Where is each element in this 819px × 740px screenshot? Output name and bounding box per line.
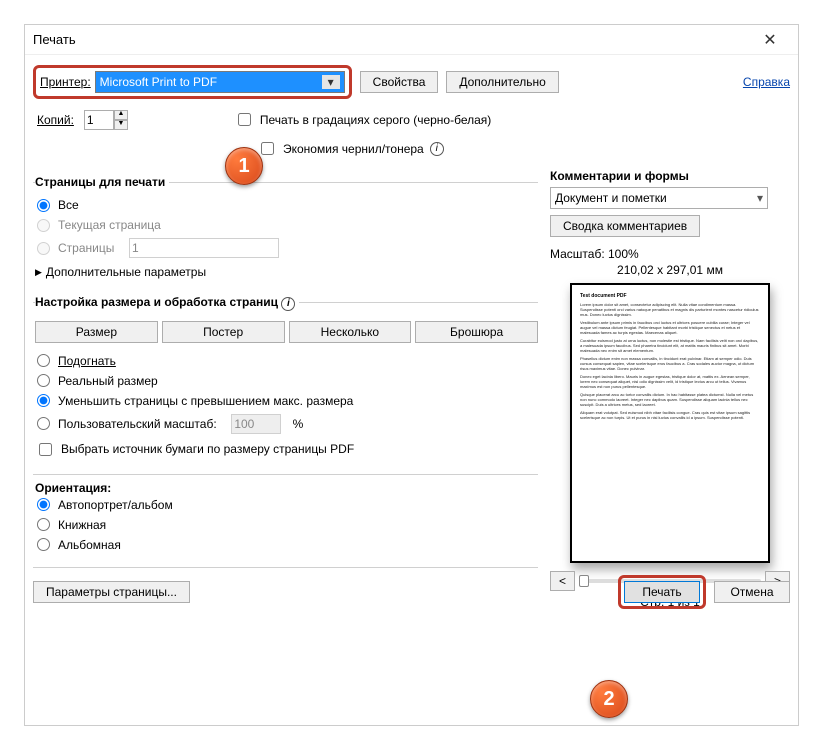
- pages-legend: Страницы для печати: [35, 175, 169, 189]
- comments-legend: Комментарии и формы: [550, 169, 790, 183]
- orient-legend: Ориентация:: [35, 481, 538, 495]
- shrink-radio[interactable]: [37, 394, 50, 407]
- pages-current-radio: [37, 219, 50, 232]
- print-button[interactable]: Печать: [624, 581, 700, 603]
- sizing-fieldset: Настройка размера и обработка страниц i …: [33, 295, 538, 468]
- orientation-fieldset: Ориентация: Автопортрет/альбом Книжная А…: [33, 481, 538, 561]
- copies-input[interactable]: [84, 110, 114, 130]
- chevron-down-icon: ▾: [322, 75, 340, 89]
- pages-fieldset: Страницы для печати Все Текущая страница…: [33, 175, 538, 289]
- sizing-legend: Настройка размера и обработка страниц i: [35, 295, 299, 311]
- booklet-button[interactable]: Брошюра: [415, 321, 538, 343]
- grayscale-checkbox[interactable]: [238, 113, 251, 126]
- annotation-2: 2: [590, 680, 628, 718]
- pages-more-expander[interactable]: ▶Дополнительные параметры: [35, 261, 538, 283]
- preview-dimensions: 210,02 x 297,01 мм: [550, 263, 790, 277]
- preview-scale: Масштаб: 100%: [550, 247, 790, 261]
- orient-auto-radio[interactable]: [37, 498, 50, 511]
- triangle-right-icon: ▶: [35, 267, 42, 278]
- preview-doc-title: Test document PDF: [580, 293, 760, 299]
- titlebar: Печать ✕: [25, 25, 798, 55]
- copies-up[interactable]: ▲: [114, 110, 128, 120]
- annotation-1: 1: [225, 147, 263, 185]
- custom-scale-input: [231, 414, 281, 434]
- multiple-button[interactable]: Несколько: [289, 321, 412, 343]
- cancel-button[interactable]: Отмена: [714, 581, 790, 603]
- copies-spinner[interactable]: ▲ ▼: [84, 110, 128, 130]
- printer-highlight: Принтер: Microsoft Print to PDF ▾: [33, 65, 352, 99]
- poster-button[interactable]: Постер: [162, 321, 285, 343]
- help-link[interactable]: Справка: [743, 75, 790, 89]
- paper-source-checkbox[interactable]: [39, 443, 52, 456]
- printer-combobox[interactable]: Microsoft Print to PDF ▾: [95, 71, 345, 93]
- custom-radio[interactable]: [37, 417, 50, 430]
- copies-label: Копий:: [37, 113, 74, 127]
- properties-button[interactable]: Свойства: [360, 71, 439, 93]
- advanced-button[interactable]: Дополнительно: [446, 71, 558, 93]
- comments-select[interactable]: Документ и пометки ▾: [550, 187, 768, 209]
- close-button[interactable]: ✕: [750, 29, 790, 51]
- size-button[interactable]: Размер: [35, 321, 158, 343]
- inksave-checkbox[interactable]: [261, 142, 274, 155]
- chevron-down-icon: ▾: [757, 191, 763, 205]
- info-icon[interactable]: i: [430, 142, 444, 156]
- print-highlight: Печать: [618, 575, 706, 609]
- printer-label: Принтер:: [40, 75, 91, 89]
- actual-radio[interactable]: [37, 374, 50, 387]
- fit-radio[interactable]: [37, 354, 50, 367]
- pages-all-radio[interactable]: [37, 199, 50, 212]
- print-dialog: Печать ✕ Принтер: Microsoft Print to PDF…: [24, 24, 799, 726]
- copies-down[interactable]: ▼: [114, 120, 128, 130]
- info-icon[interactable]: i: [281, 297, 295, 311]
- grayscale-label: Печать в градациях серого (черно-белая): [260, 113, 491, 127]
- pages-range-radio: [37, 242, 50, 255]
- page-preview: Test document PDF Lorem ipsum dolor sit …: [570, 283, 770, 563]
- pages-range-input: [129, 238, 279, 258]
- orient-portrait-radio[interactable]: [37, 518, 50, 531]
- printer-value: Microsoft Print to PDF: [100, 75, 217, 89]
- window-title: Печать: [33, 32, 750, 47]
- page-setup-button[interactable]: Параметры страницы...: [33, 581, 190, 603]
- orient-landscape-radio[interactable]: [37, 538, 50, 551]
- comments-summary-button[interactable]: Сводка комментариев: [550, 215, 700, 237]
- inksave-label: Экономия чернил/тонера: [283, 142, 424, 156]
